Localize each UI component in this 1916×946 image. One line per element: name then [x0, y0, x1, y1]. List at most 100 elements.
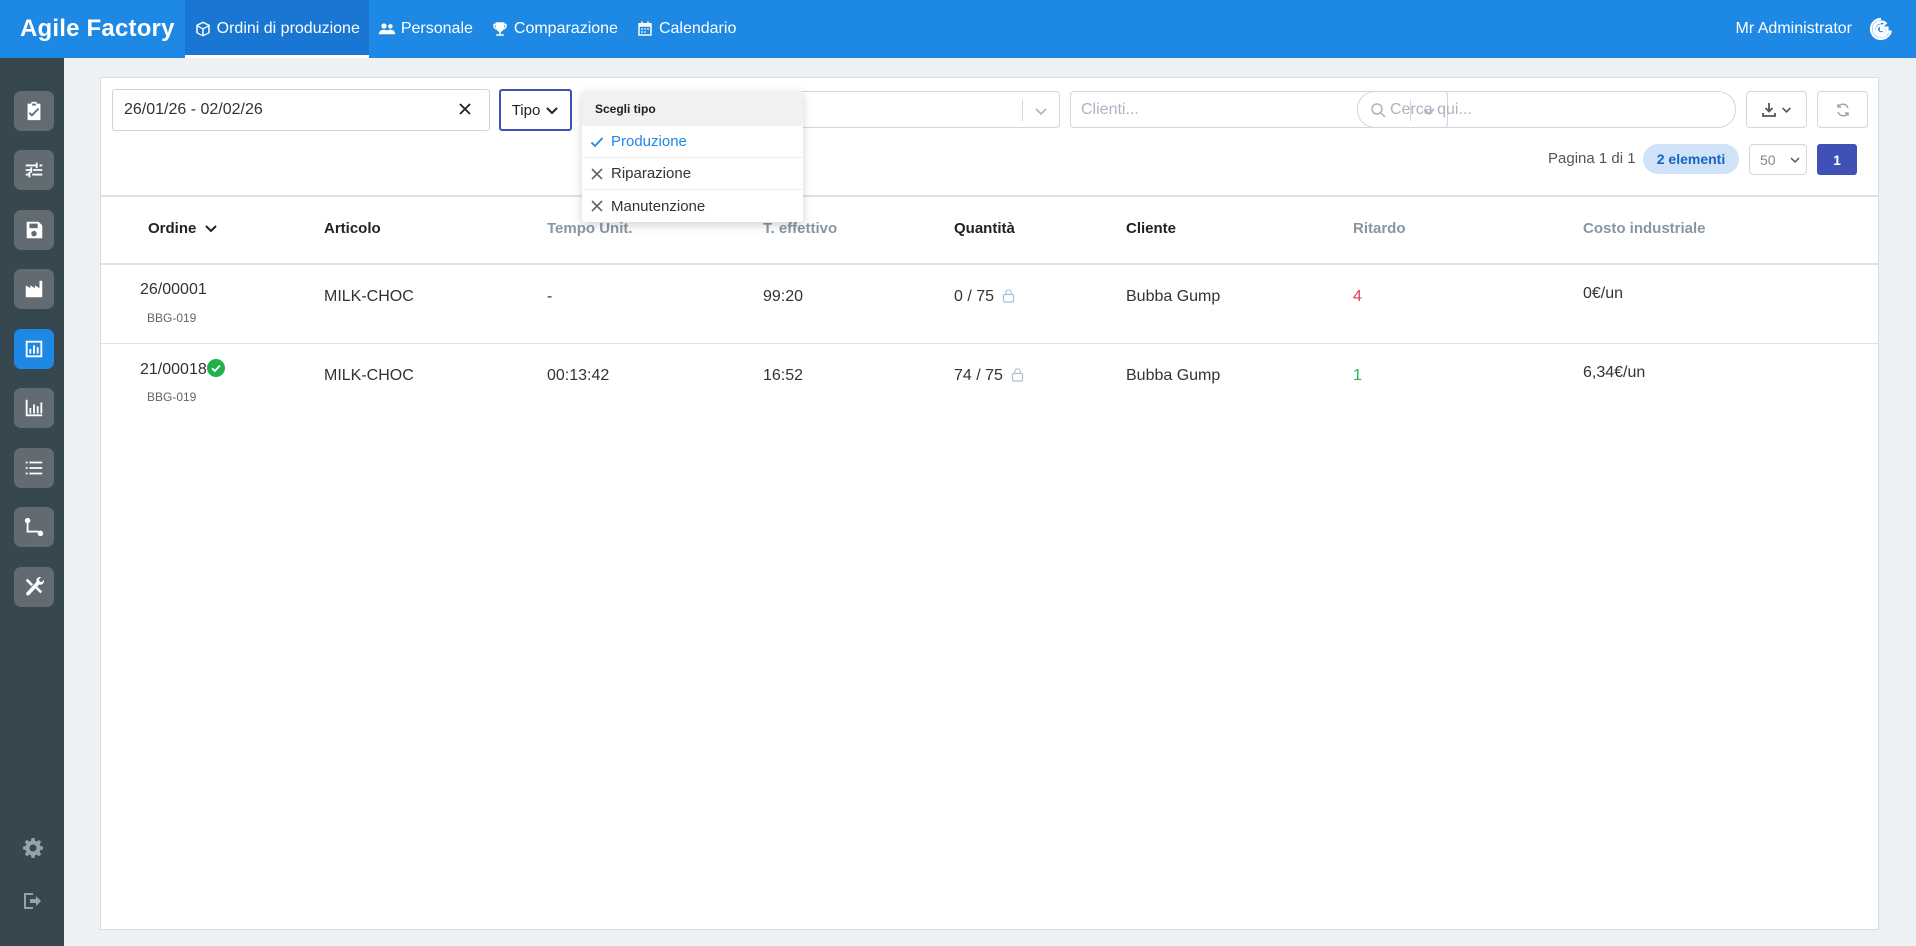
- close-icon: [591, 167, 603, 180]
- dropdown-header: Scegli tipo: [582, 91, 803, 126]
- article: MILK-CHOC: [324, 288, 414, 305]
- page-button-1[interactable]: 1: [1817, 144, 1857, 175]
- quantity-value: 0 / 75: [954, 288, 995, 305]
- column-header-costo-industriale[interactable]: Costo industriale: [1583, 220, 1706, 237]
- completed-check-icon: [206, 359, 225, 377]
- page-size-select[interactable]: 50: [1749, 144, 1807, 175]
- top-navbar: Agile Factory Ordini di produzione Perso…: [0, 0, 1916, 58]
- calendar-icon: [638, 21, 652, 36]
- tipo-filter-button[interactable]: Tipo: [499, 89, 572, 131]
- tipo-label: Tipo: [511, 101, 541, 119]
- brand-logo[interactable]: Agile Factory: [0, 0, 185, 58]
- chevron-down-icon: [1790, 157, 1800, 164]
- column-header-tempo-unit[interactable]: Tempo Unit.: [547, 220, 633, 237]
- users-icon: [378, 23, 396, 35]
- sort-chevron-down-icon: [204, 225, 217, 233]
- client: Bubba Gump: [1126, 288, 1221, 305]
- items-count-badge: 2 elementi: [1643, 144, 1739, 174]
- sidebar-item-logout[interactable]: [20, 888, 46, 914]
- actual-time: 16:52: [763, 367, 804, 384]
- sliders-icon: [25, 162, 43, 178]
- unit-time: -: [547, 288, 553, 305]
- sidebar-item-reports[interactable]: [14, 329, 54, 369]
- chevron-down-icon: [546, 107, 559, 115]
- route-icon: [24, 517, 44, 537]
- order-number[interactable]: 26/00001: [140, 281, 207, 299]
- nav-ordini-di-produzione[interactable]: Ordini di produzione: [184, 0, 369, 58]
- gear-icon: [23, 838, 43, 858]
- order-code: BBG-019: [147, 311, 197, 325]
- company-logo-icon[interactable]: [1868, 16, 1894, 42]
- industrial-cost: 0€/un: [1583, 285, 1624, 302]
- refresh-icon: [1836, 103, 1849, 116]
- dropdown-option-manutenzione[interactable]: Manutenzione: [582, 190, 803, 222]
- box-icon: [195, 21, 210, 37]
- tipo-dropdown-menu: Scegli tipo Produzione Riparazione Manut…: [582, 91, 803, 222]
- industrial-cost: 6,34€/un: [1583, 364, 1646, 381]
- list-icon: [25, 461, 43, 475]
- delay: 1: [1353, 367, 1362, 384]
- quantity-value: 74 / 75: [954, 367, 1003, 384]
- option-label: Riparazione: [611, 165, 692, 182]
- date-range-field[interactable]: 26/01/26 - 02/02/26: [112, 89, 490, 131]
- export-button[interactable]: [1746, 91, 1807, 128]
- page-size-value: 50: [1760, 151, 1776, 168]
- row-divider: [101, 343, 1878, 344]
- orders-panel: 26/01/26 - 02/02/26 Tipo Clienti... Cerc…: [100, 77, 1879, 930]
- header-label: Ordine: [148, 220, 197, 237]
- article: MILK-CHOC: [324, 367, 414, 384]
- sidebar-item-sliders[interactable]: [14, 150, 54, 190]
- nav-personale[interactable]: Personale: [369, 0, 482, 58]
- order-number[interactable]: 21/00018: [140, 359, 225, 379]
- refresh-button[interactable]: [1817, 91, 1868, 128]
- quantity: 0 / 75: [954, 288, 1015, 306]
- nav-label: Comparazione: [513, 20, 618, 37]
- divider: [101, 195, 1878, 197]
- search-placeholder: Cerca qui...: [1390, 100, 1472, 118]
- trophy-icon: [493, 22, 507, 36]
- sidebar-item-workflow[interactable]: [14, 507, 54, 547]
- chevron-down-icon: [1782, 107, 1791, 113]
- chevron-down-icon: [1035, 108, 1047, 116]
- tools-icon: [25, 577, 44, 596]
- order-code: BBG-019: [147, 390, 197, 404]
- column-header-cliente[interactable]: Cliente: [1126, 220, 1176, 237]
- dropdown-option-produzione[interactable]: Produzione: [582, 126, 803, 158]
- dropdown-option-riparazione[interactable]: Riparazione: [582, 158, 803, 190]
- sidebar-item-analytics[interactable]: [14, 388, 54, 428]
- sidebar-item-factory[interactable]: [14, 269, 54, 309]
- search-icon: [1371, 102, 1386, 118]
- sidebar-item-tools[interactable]: [14, 567, 54, 607]
- client: Bubba Gump: [1126, 367, 1221, 384]
- nav-comparazione[interactable]: Comparazione: [482, 0, 627, 58]
- lock-icon: [1003, 289, 1015, 303]
- sidebar-item-list[interactable]: [14, 448, 54, 488]
- sidebar-item-settings[interactable]: [20, 835, 46, 861]
- clear-icon[interactable]: [455, 99, 475, 119]
- download-icon: [1762, 102, 1776, 117]
- delay: 4: [1353, 288, 1362, 305]
- column-header-articolo[interactable]: Articolo: [324, 220, 381, 237]
- sidebar: [0, 58, 64, 946]
- column-header-quantita[interactable]: Quantità: [954, 220, 1015, 237]
- column-header-ritardo[interactable]: Ritardo: [1353, 220, 1406, 237]
- bar-chart-icon: [25, 340, 43, 358]
- option-label: Manutenzione: [611, 197, 706, 215]
- column-header-t-effettivo[interactable]: T. effettivo: [763, 220, 837, 237]
- clienti-placeholder: Clienti...: [1081, 100, 1139, 118]
- divider: [101, 263, 1878, 265]
- floppy-icon: [26, 221, 43, 239]
- sidebar-item-save[interactable]: [14, 210, 54, 250]
- user-name[interactable]: Mr Administrator: [1736, 20, 1868, 38]
- pagination-info: Pagina 1 di 1: [1548, 150, 1636, 167]
- search-input[interactable]: Cerca qui...: [1357, 91, 1736, 128]
- nav-calendario[interactable]: Calendario: [627, 0, 745, 58]
- sidebar-item-tasks[interactable]: [14, 91, 54, 131]
- clipboard-check-icon: [27, 101, 41, 121]
- option-label: Produzione: [611, 133, 687, 150]
- select-separator: [1022, 100, 1023, 121]
- actual-time: 99:20: [763, 288, 804, 305]
- line-chart-icon: [25, 399, 43, 417]
- quantity: 74 / 75: [954, 367, 1024, 385]
- column-header-ordine[interactable]: Ordine: [148, 220, 218, 237]
